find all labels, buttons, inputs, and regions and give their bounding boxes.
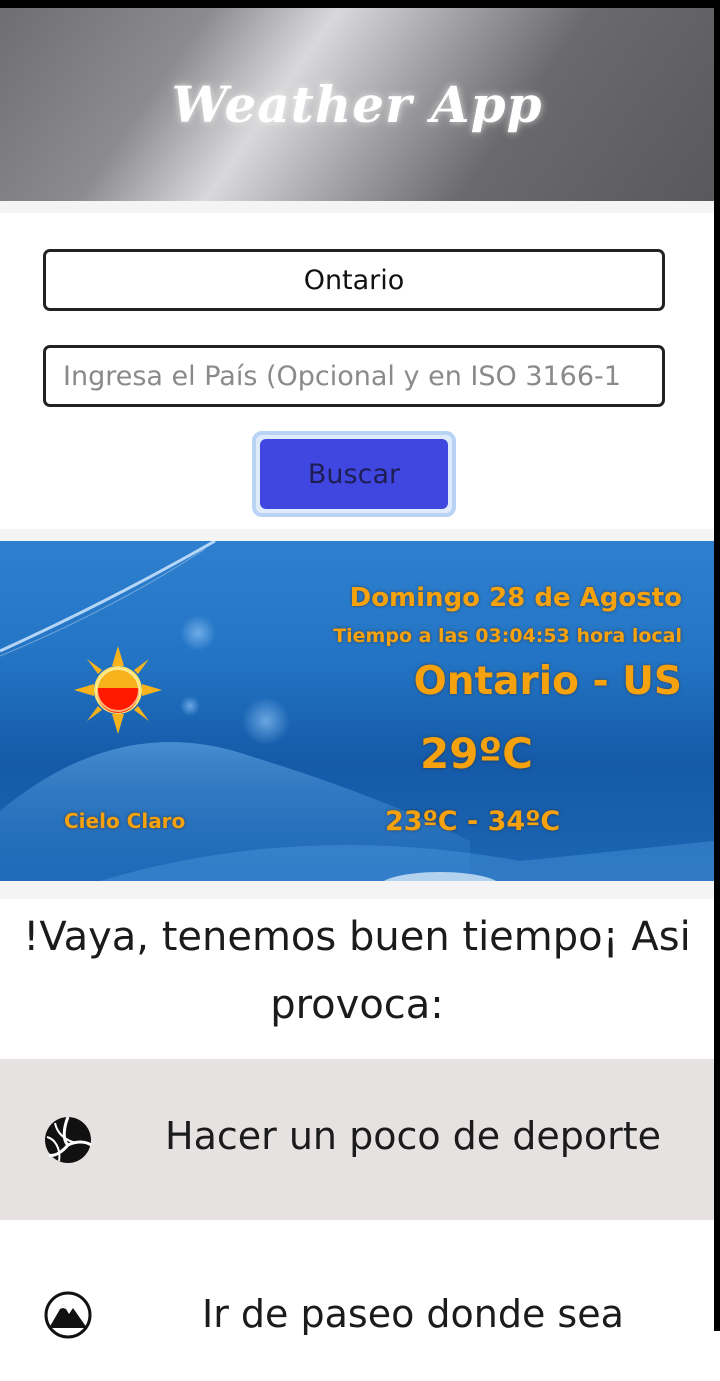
weather-local-time: Tiempo a las 03:04:53 hora local <box>333 625 682 647</box>
activity-label: Ir de paseo donde sea <box>202 1292 624 1336</box>
search-button-label: Buscar <box>307 458 401 490</box>
mountain-icon <box>44 1291 92 1339</box>
divider <box>0 881 714 899</box>
search-button[interactable]: Buscar <box>260 439 448 509</box>
country-input[interactable]: Ingresa el País (Opcional y en ISO 3166-… <box>43 345 665 407</box>
search-button-focus-ring: Buscar <box>252 431 456 517</box>
search-form: Ontario Ingresa el País (Opcional y en I… <box>0 213 714 529</box>
city-input[interactable]: Ontario <box>43 249 665 311</box>
advice-text: !Vaya, tenemos buen tiempo¡ Asi provoca: <box>23 914 691 1028</box>
app-title: Weather App <box>171 75 543 134</box>
activity-item-sport[interactable]: Hacer un poco de deporte <box>0 1059 714 1220</box>
weather-date: Domingo 28 de Agosto <box>349 583 682 613</box>
activity-label: Hacer un poco de deporte <box>165 1114 662 1158</box>
divider <box>0 201 714 213</box>
volleyball-icon <box>45 1116 92 1163</box>
top-bar <box>0 0 720 8</box>
weather-description: Cielo Claro <box>64 809 186 833</box>
weather-card: Domingo 28 de Agosto Tiempo a las 03:04:… <box>0 541 714 881</box>
weather-temperature: 29ºC <box>420 729 533 778</box>
weather-temperature-range: 23ºC - 34ºC <box>385 806 561 837</box>
city-input-value: Ontario <box>303 264 405 296</box>
advice-heading: !Vaya, tenemos buen tiempo¡ Asi provoca: <box>0 899 714 1059</box>
weather-location: Ontario - US <box>413 659 682 704</box>
screen-edge <box>714 0 720 1331</box>
activity-item-walk[interactable]: Ir de paseo donde sea <box>0 1220 714 1381</box>
app-header: Weather App <box>0 8 714 201</box>
divider <box>0 529 714 541</box>
sun-icon <box>74 646 162 734</box>
country-input-placeholder: Ingresa el País (Opcional y en ISO 3166-… <box>63 360 621 392</box>
